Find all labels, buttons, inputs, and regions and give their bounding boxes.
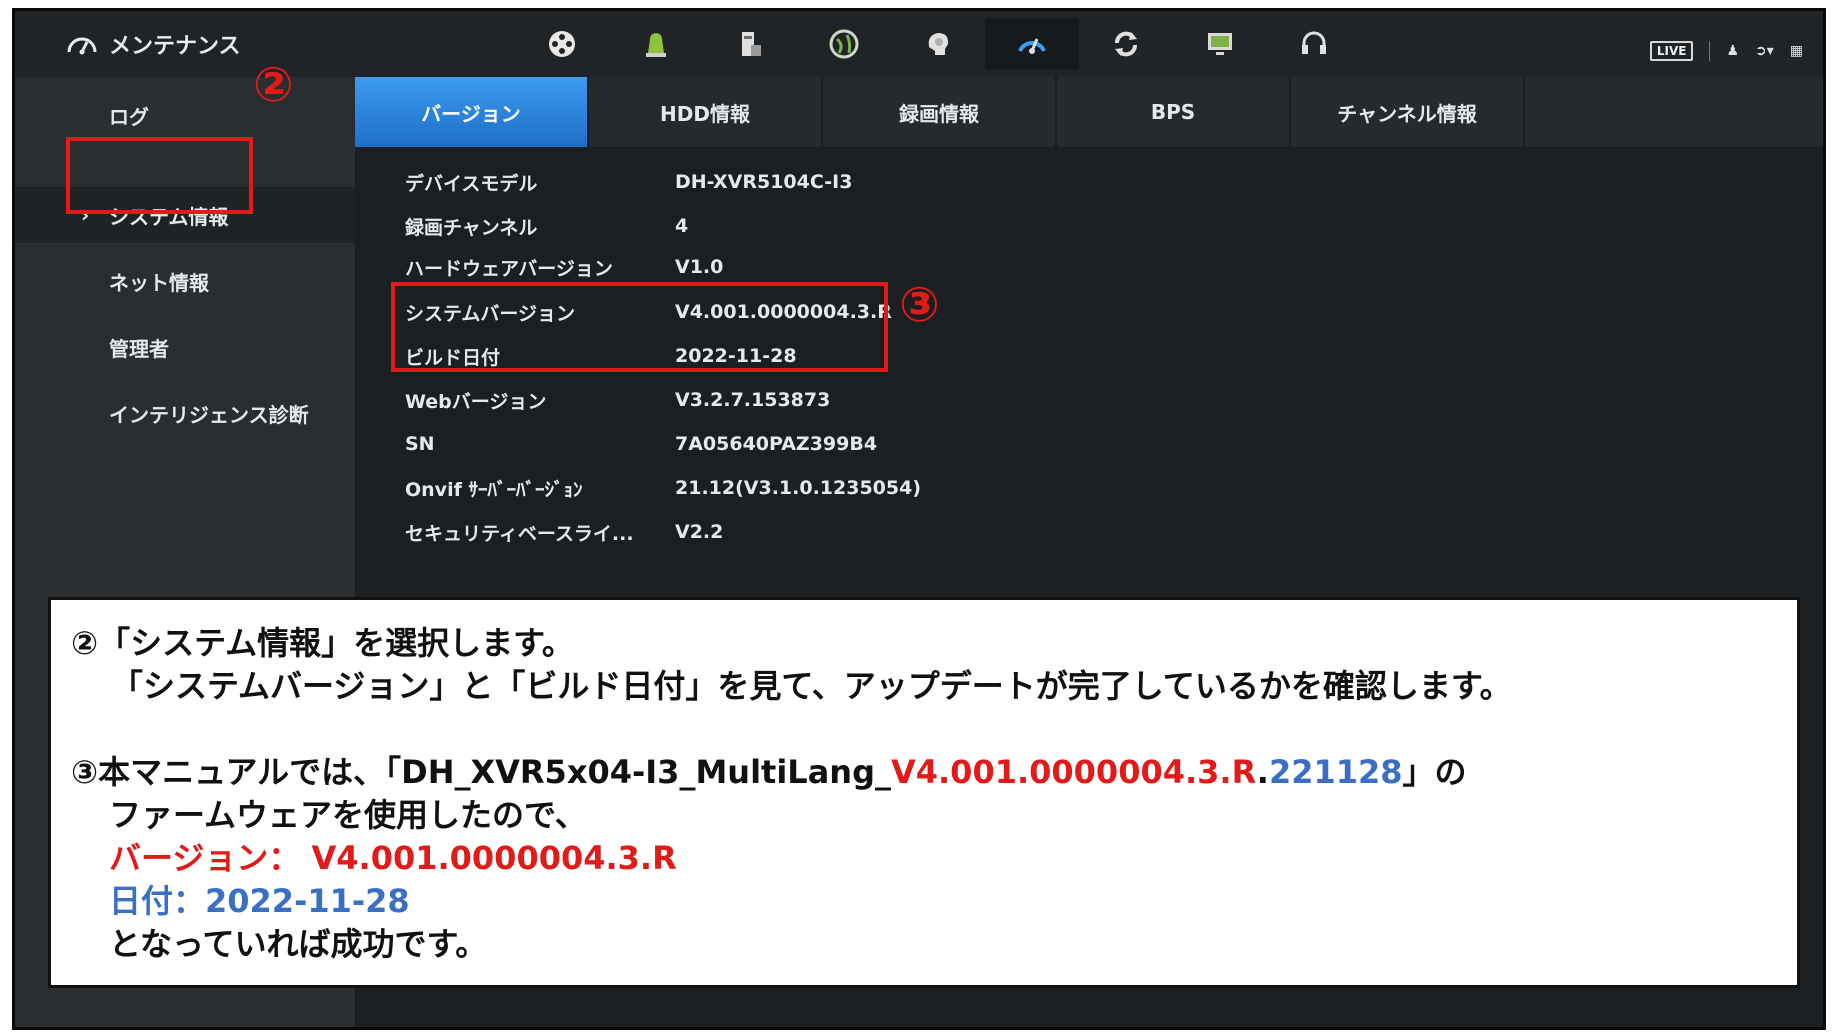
note-text: 」の	[1402, 753, 1467, 791]
info-value: 4	[675, 215, 689, 237]
logout-icon[interactable]: ➲▾	[1755, 43, 1774, 59]
tab-label: BPS	[1150, 100, 1196, 124]
maintenance-gauge-icon[interactable]	[985, 19, 1079, 69]
info-label: デバイスモデル	[405, 172, 538, 195]
info-label: Onvif ｻｰﾊﾞｰﾊﾞｰｼﾞｮﾝ	[405, 478, 583, 501]
tab-bar: バージョン HDD情報 録画情報 BPS チャンネル情報	[355, 77, 1823, 147]
sidebar-item-label: ログ	[109, 104, 149, 129]
highlight-system-info	[66, 137, 253, 214]
tab-label: チャンネル情報	[1337, 101, 1477, 126]
info-row-onvif-version: Onvif ｻｰﾊﾞｰﾊﾞｰｼﾞｮﾝ 21.12(V3.1.0.1235054)	[405, 469, 921, 507]
highlight-version-date	[391, 282, 888, 372]
sidebar-item-label: ネット情報	[109, 270, 209, 295]
sidebar-item-log[interactable]: ログ	[15, 87, 355, 143]
toolbar	[515, 19, 1361, 69]
tab-channel-info[interactable]: チャンネル情報	[1291, 77, 1525, 147]
info-value: 21.12(V3.1.0.1235054)	[675, 477, 922, 499]
note-line-date: 日付：2022-11-28	[109, 882, 410, 920]
sidebar-item-network-info[interactable]: ネット情報	[15, 253, 355, 309]
note-line-firmware: ファームウェアを使用したので、	[109, 796, 587, 834]
info-value: 7A05640PAZ399B4	[675, 433, 878, 455]
tab-bps[interactable]: BPS	[1057, 77, 1291, 147]
firmware-version-text: V4.001.0000004.3.R	[890, 753, 1257, 791]
tab-label: HDD情報	[660, 101, 750, 126]
monitor-icon[interactable]	[1173, 19, 1267, 69]
network-globe-icon[interactable]	[797, 19, 891, 69]
info-row-device-model: デバイスモデル DH-XVR5104C-I3	[405, 163, 852, 201]
firmware-date-text: 221128	[1268, 753, 1403, 791]
film-reel-icon[interactable]	[515, 19, 609, 69]
info-value: V1.0	[675, 256, 724, 278]
sidebar-item-intelligence-diagnosis[interactable]: インテリジェンス診断	[15, 385, 355, 441]
info-label: 録画チャンネル	[405, 216, 538, 239]
storage-icon[interactable]	[703, 19, 797, 69]
info-value: V3.2.7.153873	[675, 389, 831, 411]
info-row-web-version: Webバージョン V3.2.7.153873	[405, 381, 830, 419]
top-right-controls: LIVE ♟ ➲▾ ▦	[1649, 41, 1803, 61]
sidebar-item-label: インテリジェンス診断	[109, 402, 309, 427]
tab-record-info[interactable]: 録画情報	[823, 77, 1057, 147]
info-label: Webバージョン	[405, 390, 547, 413]
tab-label: 録画情報	[899, 101, 979, 126]
info-row-hardware-version: ハードウェアバージョン V1.0	[405, 248, 723, 286]
sidebar-item-admin[interactable]: 管理者	[15, 319, 355, 375]
user-icon[interactable]: ♟	[1726, 43, 1739, 59]
note-text: .	[1256, 753, 1269, 791]
app-title: メンテナンス	[65, 29, 241, 59]
info-value: V2.2	[675, 521, 724, 543]
instruction-note: ②「システム情報」を選択します。 「システムバージョン」と「ビルド日付」を見て、…	[48, 597, 1800, 988]
sidebar-item-label: 管理者	[109, 336, 169, 361]
gauge-icon	[67, 37, 97, 55]
alarm-bell-icon[interactable]	[609, 19, 703, 69]
headset-icon[interactable]	[1267, 19, 1361, 69]
info-value: DH-XVR5104C-I3	[675, 171, 853, 193]
tab-version[interactable]: バージョン	[355, 77, 589, 147]
tab-hdd-info[interactable]: HDD情報	[589, 77, 823, 147]
note-line-step2-detail: 「システムバージョン」と「ビルド日付」を見て、アップデートが完了しているかを確認…	[111, 667, 1512, 705]
info-label: SN	[405, 433, 435, 455]
callout-number-2: ②	[253, 57, 294, 113]
tab-label: バージョン	[421, 101, 521, 126]
divider	[1709, 41, 1711, 61]
ai-brain-icon[interactable]	[891, 19, 985, 69]
info-row-record-channel: 録画チャンネル 4	[405, 207, 688, 245]
callout-number-3: ③	[899, 277, 940, 333]
info-row-security-baseline: セキュリティベースライ... V2.2	[405, 513, 723, 551]
note-line-success: となっていれば成功です。	[109, 925, 488, 963]
note-line-step3: ③本マニュアルでは、「DH_XVR5x04-I3_MultiLang_V4.00…	[71, 751, 1797, 794]
live-button[interactable]: LIVE	[1649, 41, 1694, 61]
info-label: ハードウェアバージョン	[405, 257, 613, 280]
info-label: セキュリティベースライ...	[405, 522, 634, 545]
fullscreen-icon[interactable]: ▦	[1790, 43, 1803, 59]
note-line-version: バージョン： V4.001.0000004.3.R	[109, 839, 677, 877]
app-title-label: メンテナンス	[109, 34, 241, 59]
note-text: ③本マニュアルでは、「DH_XVR5x04-I3_MultiLang_	[71, 753, 891, 791]
note-line-step2: ②「システム情報」を選択します。	[71, 624, 574, 662]
info-row-sn: SN 7A05640PAZ399B4	[405, 425, 877, 463]
refresh-icon[interactable]	[1079, 19, 1173, 69]
